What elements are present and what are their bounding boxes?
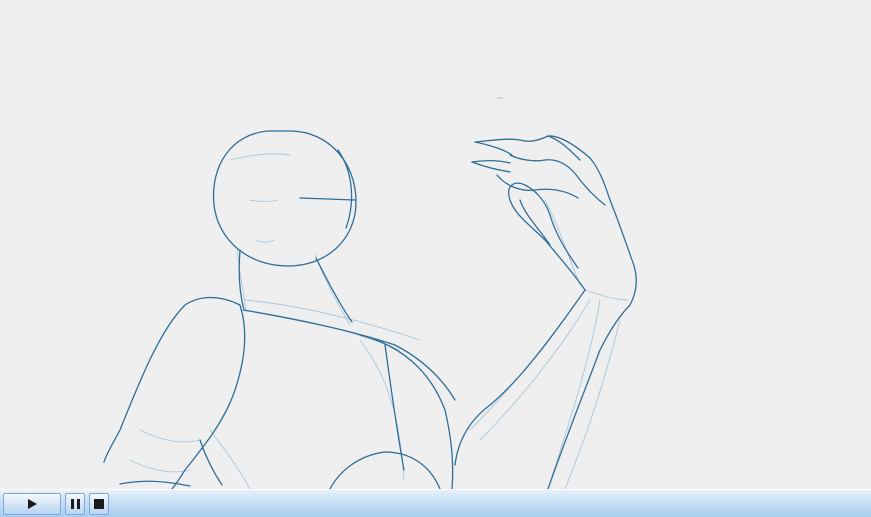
pause-icon: [70, 499, 80, 509]
stop-button[interactable]: [89, 493, 109, 515]
play-icon: [27, 499, 37, 509]
playback-control-bar: [0, 489, 871, 517]
drawing-canvas: [0, 0, 871, 489]
pause-button[interactable]: [65, 493, 85, 515]
sketch-drawing: [103, 97, 637, 489]
stop-icon: [94, 499, 104, 509]
play-button[interactable]: [3, 493, 61, 515]
